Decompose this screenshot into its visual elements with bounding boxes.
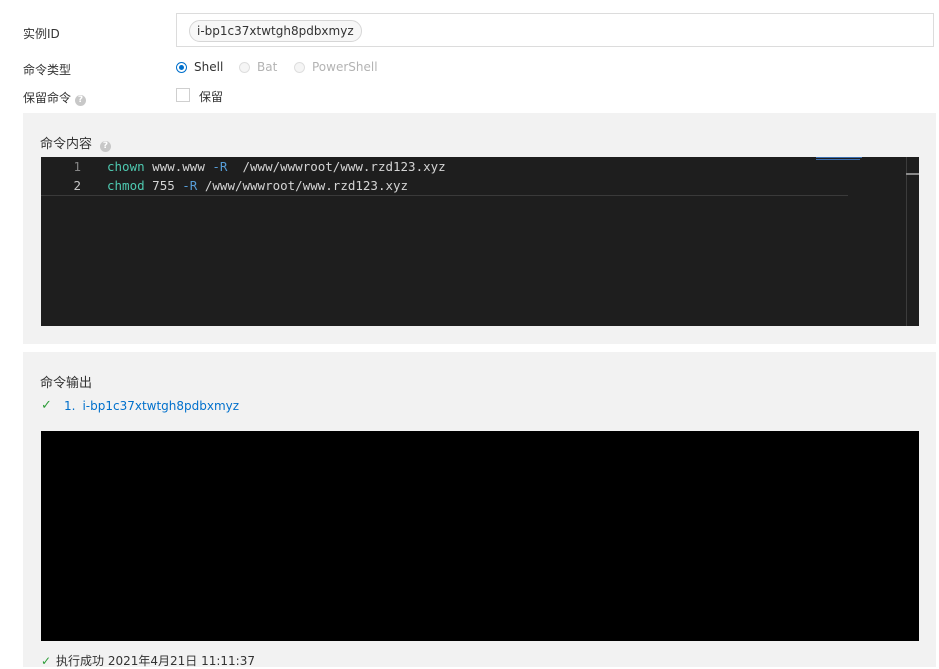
output-item-index: 1.	[64, 398, 76, 413]
radio-dot	[239, 61, 250, 73]
radio-label: Shell	[194, 60, 224, 74]
help-icon[interactable]: ?	[100, 141, 112, 152]
instance-id-label: 实例ID	[23, 27, 60, 41]
radio-dot	[176, 61, 187, 73]
editor-minimap[interactable]	[816, 157, 864, 161]
command-output-title: 命令输出	[40, 376, 93, 391]
command-type-label: 命令类型	[23, 63, 72, 77]
check-icon: ✓	[41, 398, 52, 413]
execution-status: ✓ 执行成功 2021年4月21日 11:11:37	[41, 652, 255, 669]
radio-label: Bat	[257, 60, 278, 74]
radio-dot	[294, 61, 305, 73]
output-instance-item[interactable]: ✓ 1. i-bp1c37xtwtgh8pdbxmyz	[41, 398, 239, 413]
editor-scrollbar-track[interactable]	[906, 157, 907, 326]
command-content-title: 命令内容?	[40, 133, 112, 152]
radio-label: PowerShell	[312, 60, 378, 74]
help-icon[interactable]: ?	[75, 95, 87, 106]
editor-scrollbar-thumb[interactable]	[906, 173, 919, 175]
command-editor[interactable]: 1 chown www.www -R /www/wwwroot/www.rzd1…	[41, 157, 919, 326]
output-instance-link[interactable]: i-bp1c37xtwtgh8pdbxmyz	[82, 399, 239, 413]
radio-bat[interactable]: Bat	[239, 60, 277, 74]
code-line: 2 chmod 755 -R /www/wwwroot/www.rzd123.x…	[41, 176, 848, 196]
keep-command-checkbox[interactable]	[176, 88, 190, 102]
code-line: 1 chown www.www -R /www/wwwroot/www.rzd1…	[41, 157, 848, 176]
keep-command-label-text: 保留命令	[23, 91, 72, 105]
instance-id-tag[interactable]: i-bp1c37xtwtgh8pdbxmyz	[189, 20, 362, 42]
line-number: 2	[73, 178, 81, 193]
output-terminal[interactable]	[41, 431, 919, 641]
code-text: chmod 755 -R /www/wwwroot/www.rzd123.xyz	[107, 178, 409, 193]
radio-powershell[interactable]: PowerShell	[294, 60, 378, 74]
code-text: chown www.www -R /www/wwwroot/www.rzd123…	[107, 159, 446, 174]
check-icon: ✓	[41, 653, 52, 668]
line-number: 1	[73, 159, 81, 174]
keep-command-label: 保留命令?	[23, 89, 87, 106]
radio-shell[interactable]: Shell	[176, 60, 223, 74]
execution-status-text: 执行成功 2021年4月21日 11:11:37	[56, 654, 255, 668]
instance-id-field[interactable]: i-bp1c37xtwtgh8pdbxmyz	[176, 13, 934, 47]
keep-checkbox-label[interactable]: 保留	[199, 88, 223, 105]
command-content-title-text: 命令内容	[40, 137, 93, 152]
